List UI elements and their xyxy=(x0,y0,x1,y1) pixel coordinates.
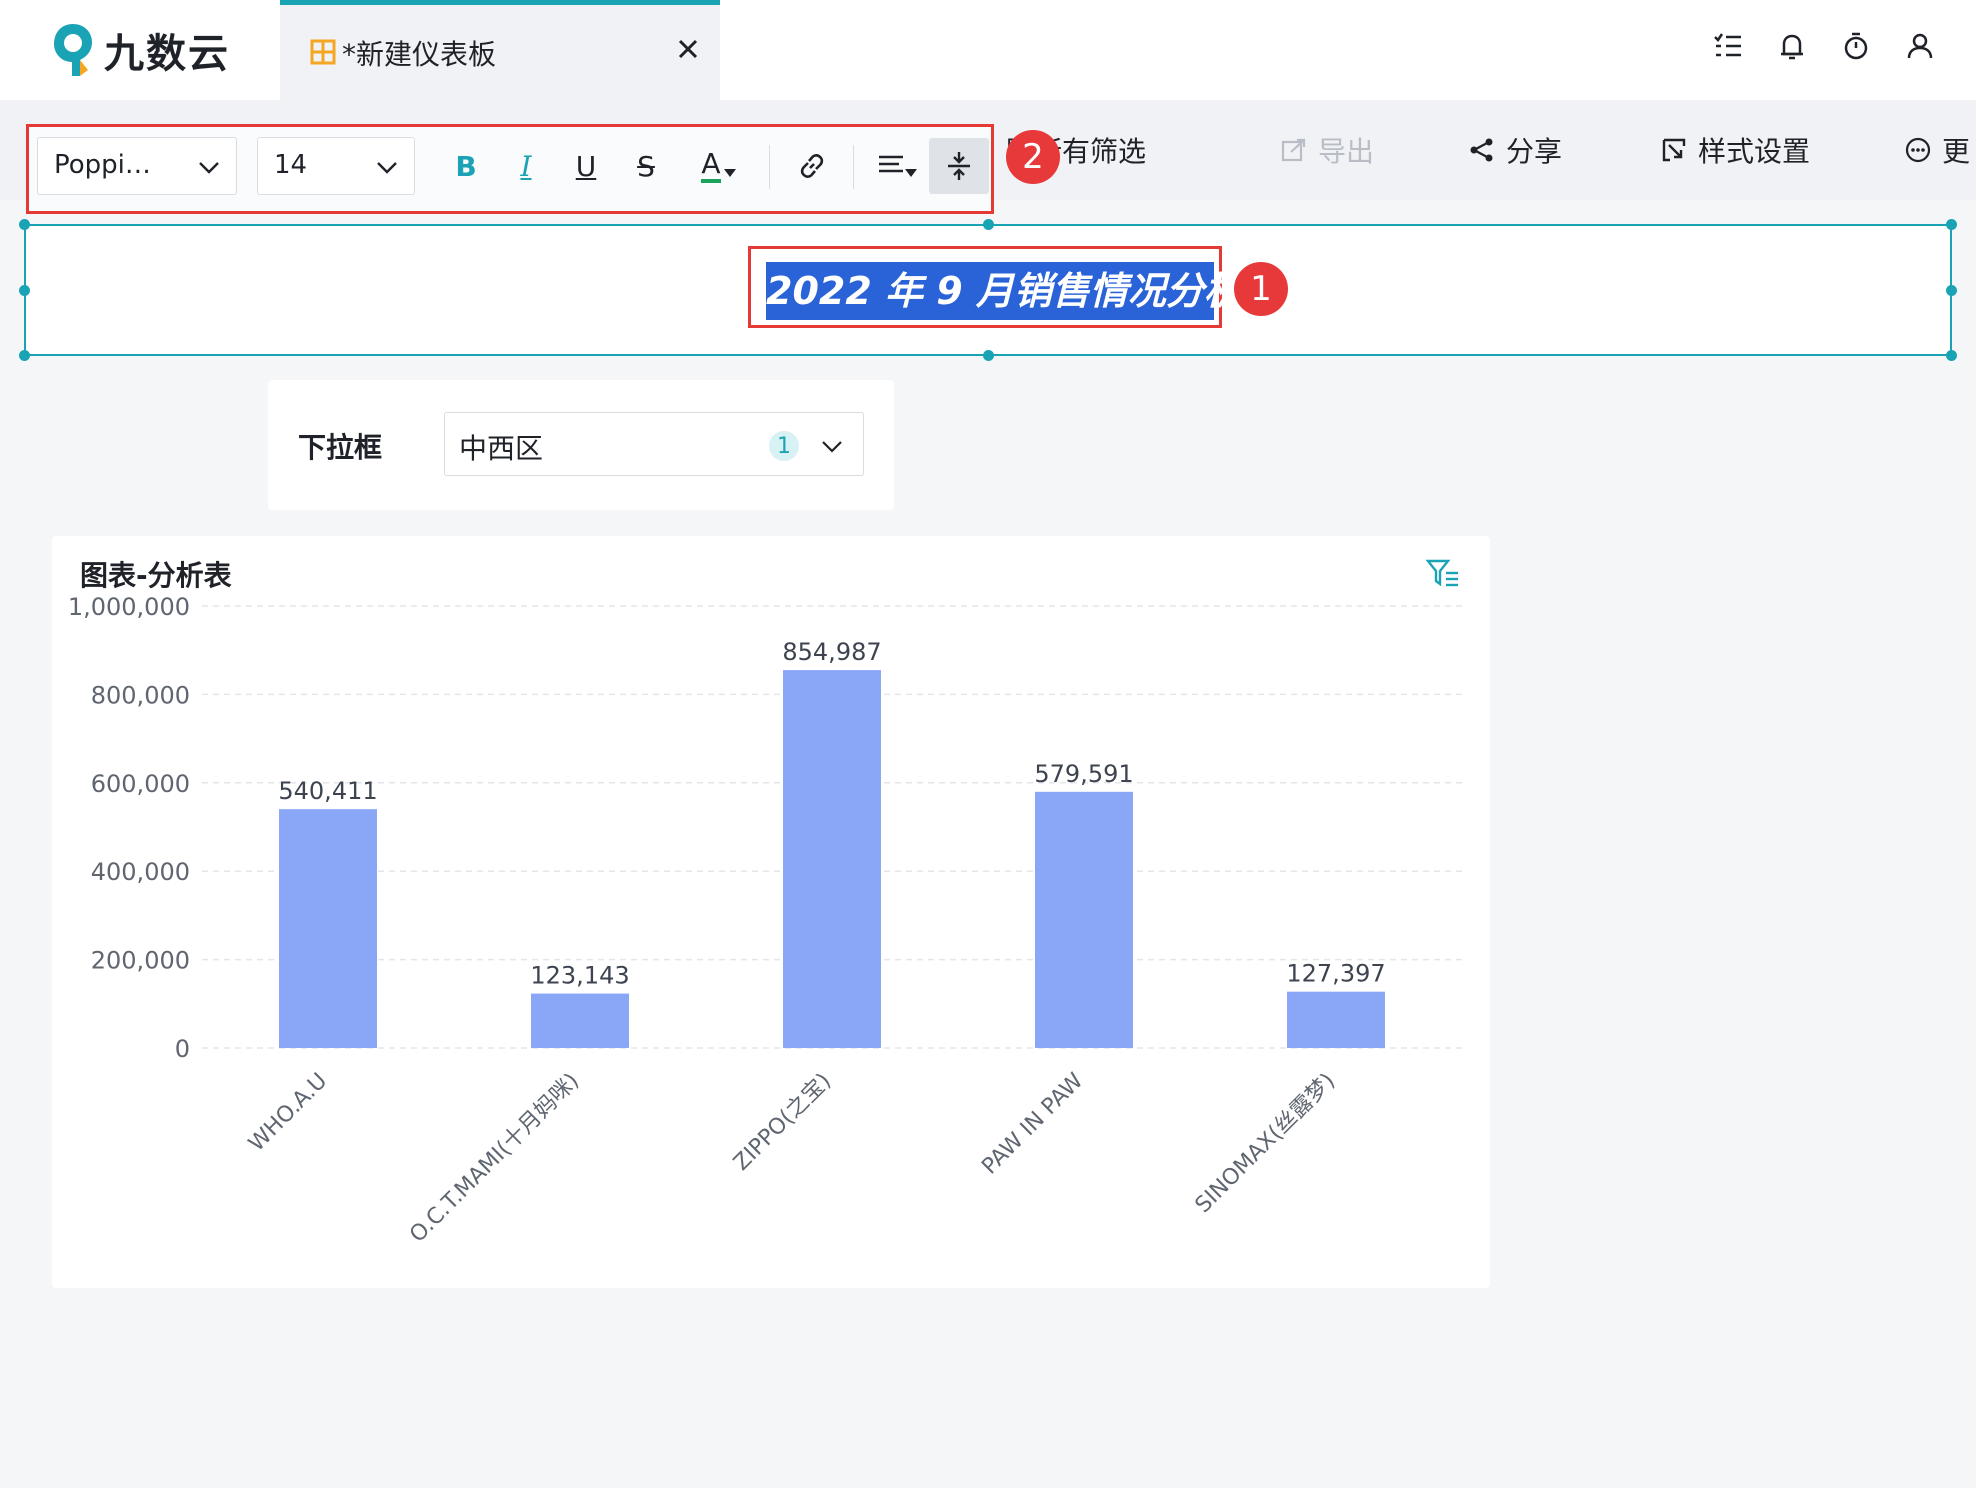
bold-icon: B xyxy=(455,149,477,183)
more-icon xyxy=(1905,137,1931,163)
bar xyxy=(783,670,881,1048)
x-tick-label: ZIPPO(之宝) xyxy=(729,1069,836,1176)
y-tick-label: 1,000,000 xyxy=(68,593,190,621)
dashboard-title-text[interactable]: 2022 年 9 月销售情况分析 xyxy=(766,262,1242,320)
resize-handle[interactable] xyxy=(1946,219,1957,230)
annotation-badge-2: 2 xyxy=(1006,130,1060,184)
bold-button[interactable]: B xyxy=(441,141,491,191)
bell-icon[interactable] xyxy=(1776,30,1808,62)
align-button[interactable] xyxy=(869,141,925,191)
app-logo[interactable]: 九数云 xyxy=(50,18,230,82)
data-label: 540,411 xyxy=(278,777,377,805)
y-tick-label: 200,000 xyxy=(91,947,190,975)
font-size-value: 14 xyxy=(274,150,308,180)
chevron-down-icon xyxy=(199,162,219,174)
style-settings-label: 样式设置 xyxy=(1698,135,1811,168)
x-tick-label: WHO.A.U xyxy=(244,1069,332,1157)
x-tick-label: O.C.T.MAMI(十月妈咪) xyxy=(405,1069,584,1248)
more-label: 更 xyxy=(1942,135,1971,168)
filter-label: 下拉框 xyxy=(298,431,383,464)
task-list-icon[interactable] xyxy=(1712,30,1744,62)
link-icon xyxy=(800,154,824,178)
chevron-down-icon xyxy=(377,162,397,174)
resize-handle[interactable] xyxy=(1946,285,1957,296)
brush-icon xyxy=(1662,138,1686,162)
close-icon[interactable] xyxy=(668,29,708,69)
bar xyxy=(1287,991,1385,1048)
export-button[interactable]: 导出 xyxy=(1280,128,1374,172)
chevron-down-icon xyxy=(822,441,842,453)
style-settings-button[interactable]: 样式设置 xyxy=(1660,128,1810,172)
bar xyxy=(1035,791,1133,1048)
vertical-center-icon xyxy=(948,152,970,180)
toolbar-divider xyxy=(853,145,854,189)
user-icon[interactable] xyxy=(1904,30,1936,62)
share-icon xyxy=(1470,138,1493,162)
share-label: 分享 xyxy=(1506,135,1563,168)
dashboard-icon xyxy=(310,39,336,65)
more-button[interactable]: 更 xyxy=(1904,128,1970,172)
export-icon xyxy=(1281,138,1306,162)
strikethrough-button[interactable]: S xyxy=(621,141,671,191)
data-label: 854,987 xyxy=(782,638,881,666)
toolbar-divider xyxy=(769,145,770,189)
chart-component[interactable]: 0 200,000 400,000 600,000 800,000 1,000,000 54… xyxy=(52,536,1490,1288)
selected-count-badge: 1 xyxy=(769,431,799,461)
x-tick-label: SINOMAX(丝露梦) xyxy=(1191,1069,1341,1219)
resize-handle[interactable] xyxy=(1946,350,1957,361)
font-size-select[interactable]: 14 xyxy=(257,137,415,195)
tab-label: *新建仪表板 xyxy=(342,38,497,71)
underline-icon: U xyxy=(575,149,597,183)
text-format-toolbar: Poppi… 14 B I U S A xyxy=(26,124,994,214)
y-tick-label: 0 xyxy=(175,1035,190,1063)
underline-button[interactable]: U xyxy=(561,141,611,191)
align-left-icon xyxy=(879,155,917,177)
font-family-select[interactable]: Poppi… xyxy=(37,137,237,195)
top-icons xyxy=(1712,30,1936,62)
resize-handle[interactable] xyxy=(983,219,994,230)
resize-handle[interactable] xyxy=(19,285,30,296)
font-family-value: Poppi… xyxy=(54,150,151,180)
dropdown-value: 中西区 xyxy=(459,432,544,465)
caret-down-icon xyxy=(723,169,736,177)
data-label: 579,591 xyxy=(1034,760,1133,788)
export-label: 导出 xyxy=(1318,135,1375,168)
italic-button[interactable]: I xyxy=(501,141,551,191)
top-bar: 九数云 *新建仪表板 xyxy=(0,0,1976,100)
region-dropdown[interactable]: 中西区 1 xyxy=(444,412,864,476)
y-tick-label: 400,000 xyxy=(91,858,190,886)
data-label: 123,143 xyxy=(530,962,629,990)
y-tick-label: 600,000 xyxy=(91,770,190,798)
bar-chart: 0 200,000 400,000 600,000 800,000 1,000,000 54… xyxy=(68,593,1462,1248)
bar xyxy=(531,993,629,1048)
timer-icon[interactable] xyxy=(1840,30,1872,62)
font-color-button[interactable]: A xyxy=(687,141,751,191)
font-color-icon: A xyxy=(701,149,721,183)
logo-icon xyxy=(54,24,92,76)
resize-handle[interactable] xyxy=(19,350,30,361)
x-tick-label: PAW IN PAW xyxy=(977,1068,1088,1179)
filter-component: 下拉框 中西区 1 xyxy=(268,380,894,510)
vertical-align-button[interactable] xyxy=(929,138,989,194)
bar xyxy=(279,809,377,1048)
y-tick-label: 800,000 xyxy=(91,681,190,709)
strikethrough-icon: S xyxy=(637,149,655,183)
data-label: 127,397 xyxy=(1286,960,1385,988)
filter-icon[interactable] xyxy=(1426,558,1460,588)
logo-text: 九数云 xyxy=(104,31,230,77)
italic-icon: I xyxy=(520,149,532,183)
annotation-badge-1: 1 xyxy=(1234,262,1288,316)
tab-dashboard[interactable]: *新建仪表板 xyxy=(280,0,720,100)
link-button[interactable] xyxy=(787,141,837,191)
share-button[interactable]: 分享 xyxy=(1468,128,1562,172)
chart-title: 图表-分析表 xyxy=(80,559,232,592)
resize-handle[interactable] xyxy=(983,350,994,361)
resize-handle[interactable] xyxy=(19,219,30,230)
